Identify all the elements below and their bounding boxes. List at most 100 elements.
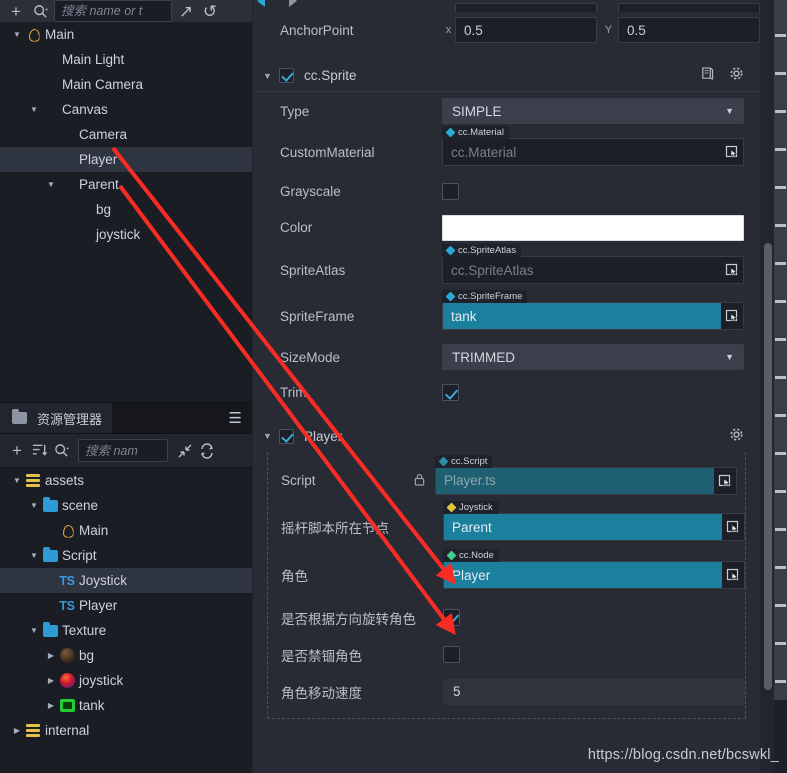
texture-tank-icon [58,699,76,712]
plus-icon[interactable]: + [6,1,26,21]
move-speed-value: 5 [453,684,461,699]
spriteframe-field: cc.SpriteFrame tank [442,290,744,330]
assets-item-scene[interactable]: scene [0,493,252,518]
hierarchy-item-player[interactable]: Player [0,147,252,172]
role-node-value[interactable]: Player [444,562,722,588]
asset-picker-icon[interactable] [721,303,743,329]
expand-icon[interactable]: ↗ [176,1,196,21]
chevron-right-icon[interactable] [44,651,58,660]
asset-picker-icon[interactable] [714,467,736,494]
hierarchy-item-main[interactable]: Main [0,22,252,47]
spriteatlas-value[interactable]: cc.SpriteAtlas [443,257,721,283]
component-header-player[interactable]: ▼ Player [253,420,760,452]
chevron-down-icon[interactable] [10,476,24,485]
ruler-tick [775,148,786,151]
joystick-node-field: Joystick Parent [443,501,745,541]
texture-bg-icon [58,648,76,663]
gear-icon[interactable] [729,427,744,446]
gem-icon [445,245,456,256]
script-row: Script cc.Script Player.ts [268,454,745,503]
asset-picker-icon[interactable] [721,139,743,165]
custommaterial-value[interactable]: cc.Material [443,139,721,165]
assets-tree[interactable]: assetssceneMainScriptTSJoystickTSPlayerT… [0,468,252,773]
spriteframe-value[interactable]: tank [443,303,721,329]
confine-role-checkbox[interactable] [443,646,460,663]
type-select[interactable]: SIMPLE ▼ [442,98,744,124]
hierarchy-item-camera[interactable]: Camera [0,122,252,147]
hierarchy-item-bg[interactable]: bg [0,197,252,222]
chevron-right-icon[interactable] [10,726,24,735]
asset-picker-icon[interactable] [722,562,744,588]
sort-icon[interactable] [29,441,49,461]
nav-back-icon[interactable] [257,0,265,7]
chevron-down-icon[interactable] [27,501,41,510]
collapse-icon[interactable] [175,441,195,461]
rotate-by-direction-checkbox[interactable] [443,609,460,626]
tab-assets-manager[interactable]: 资源管理器 [0,403,113,433]
chevron-right-icon[interactable] [44,676,58,685]
script-value[interactable]: Player.ts [436,467,714,494]
anchorpoint-x-input[interactable]: 0.5 [454,17,597,43]
chevron-down-icon[interactable] [27,626,41,635]
assets-item-assets[interactable]: assets [0,468,252,493]
hierarchy-item-canvas[interactable]: Canvas [0,97,252,122]
gem-icon [446,550,457,561]
inspector-scrollbar-thumb[interactable] [764,243,772,690]
chevron-down-icon[interactable] [44,180,58,189]
right-collapsed-strip[interactable] [774,0,787,773]
trim-checkbox[interactable] [442,383,459,401]
color-swatch[interactable] [442,214,744,241]
hamburger-icon[interactable]: ☰ [229,411,242,426]
component-header-icons [729,427,760,446]
sprite-enabled-checkbox[interactable] [279,68,294,83]
search-icon[interactable] [51,441,71,461]
hierarchy-item-main-light[interactable]: Main Light [0,47,252,72]
assets-search-input[interactable] [78,439,168,462]
assets-item-texture[interactable]: Texture [0,618,252,643]
hierarchy-item-joystick[interactable]: joystick [0,222,252,247]
chevron-down-icon[interactable] [10,30,24,39]
anchorpoint-y-input[interactable]: 0.5 [617,17,760,43]
assets-item-bg[interactable]: bg [0,643,252,668]
joystick-node-value[interactable]: Parent [444,514,722,540]
confine-role-row: 是否禁锢角色 [268,636,745,673]
spriteatlas-assetbox[interactable]: cc.SpriteAtlas [442,256,744,284]
asset-picker-icon[interactable] [721,257,743,283]
hierarchy-search-input[interactable] [54,0,172,22]
player-enabled-checkbox[interactable] [279,428,294,444]
spriteframe-assetbox[interactable]: tank [442,302,744,330]
assets-item-main[interactable]: Main [0,518,252,543]
assets-item-joystick[interactable]: joystick [0,668,252,693]
sizemode-select[interactable]: TRIMMED ▼ [442,344,744,370]
chevron-down-icon[interactable] [27,105,41,114]
chevron-down-icon[interactable] [27,551,41,560]
move-speed-input[interactable]: 5 [443,678,745,705]
plus-icon[interactable]: + [7,441,27,461]
hierarchy-item-parent[interactable]: Parent [0,172,252,197]
script-tag-label: cc.Script [451,455,488,467]
assets-item-script[interactable]: Script [0,543,252,568]
chevron-down-icon[interactable]: ▼ [263,71,279,81]
custommaterial-assetbox[interactable]: cc.Material [442,138,744,166]
refresh-icon[interactable] [197,441,217,461]
component-header-sprite[interactable]: ▼ cc.Sprite [253,60,760,92]
assets-item-internal[interactable]: internal [0,718,252,743]
assets-item-joystick[interactable]: TS Joystick [0,568,252,593]
hierarchy-tree[interactable]: Main Main Light Main Camera Canvas Camera Pla… [0,22,252,403]
assets-item-tank[interactable]: tank [0,693,252,718]
gear-icon[interactable] [729,66,744,85]
book-icon[interactable] [700,66,715,85]
search-icon[interactable] [30,1,50,21]
joystick-node-assetbox[interactable]: Parent [443,513,745,541]
gem-icon [445,291,456,302]
grayscale-checkbox[interactable] [442,182,459,200]
script-assetbox[interactable]: Player.ts [435,466,737,495]
chevron-right-icon[interactable] [44,701,58,710]
refresh-icon[interactable]: ↺ [200,1,220,21]
asset-picker-icon[interactable] [722,514,744,540]
nav-forward-icon[interactable] [289,0,297,7]
role-node-assetbox[interactable]: Player [443,561,745,589]
hierarchy-item-main-camera[interactable]: Main Camera [0,72,252,97]
chevron-down-icon[interactable]: ▼ [263,431,279,441]
assets-item-player[interactable]: TS Player [0,593,252,618]
